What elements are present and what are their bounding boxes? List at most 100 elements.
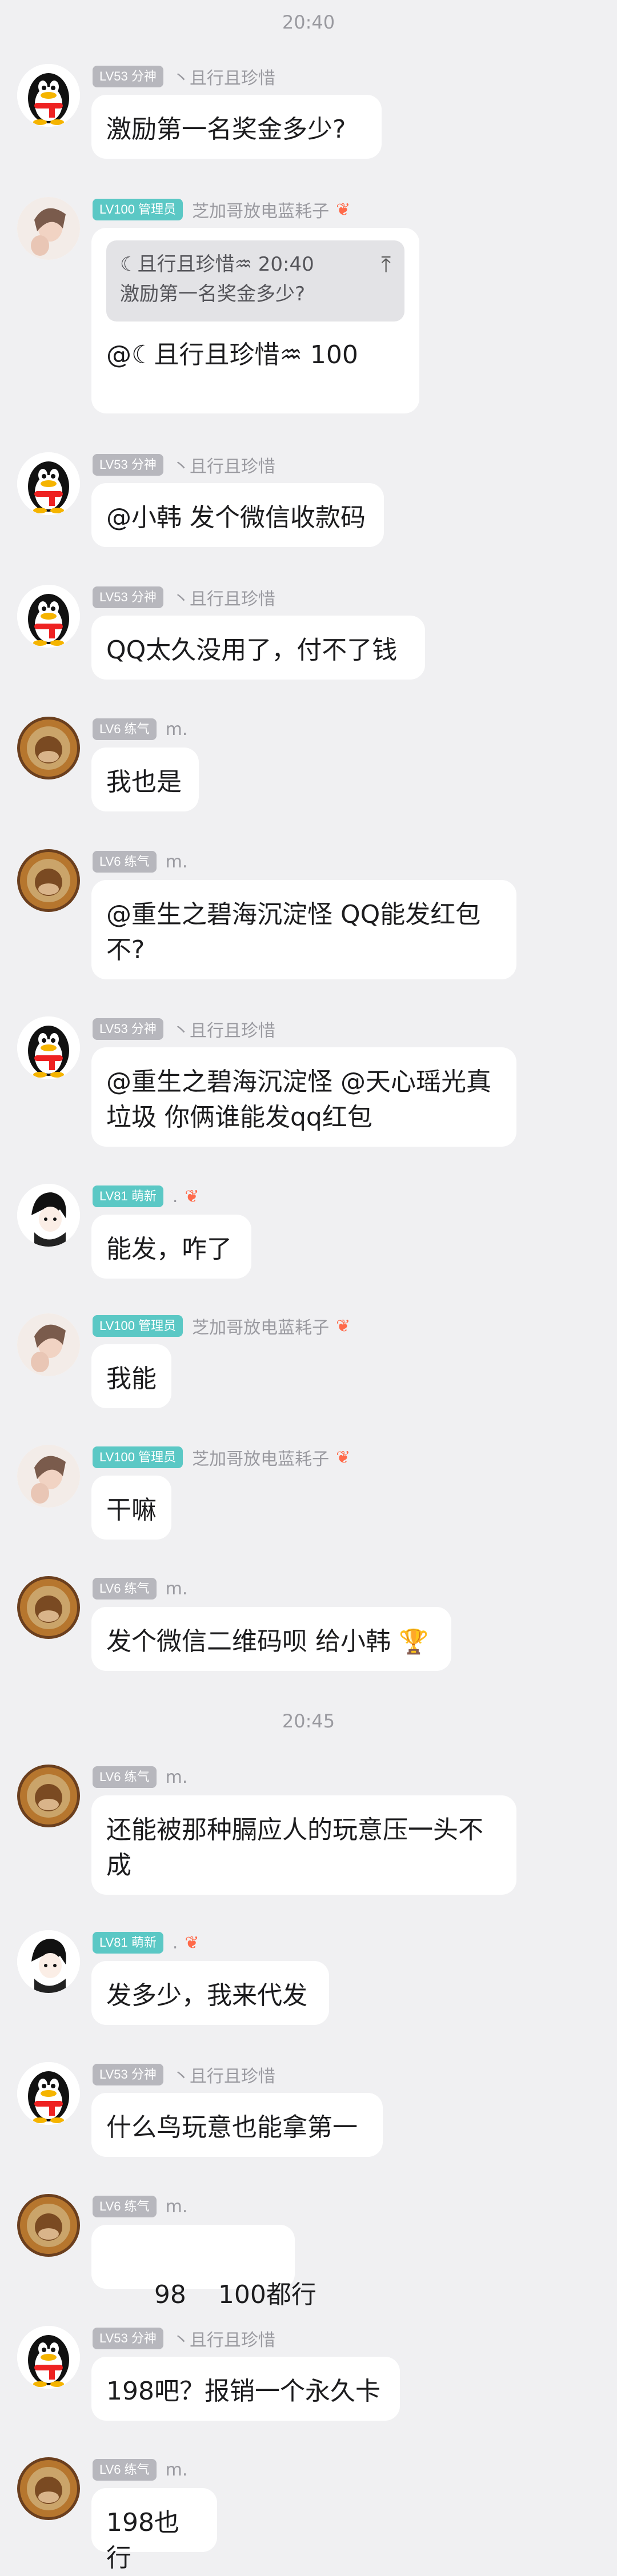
message-bubble[interactable]: @小韩 发个微信收款码 bbox=[91, 483, 384, 547]
message-bubble[interactable]: 能发，咋了 bbox=[91, 1215, 251, 1279]
sender-meta: LV53 分神 丶且行且珍惜 bbox=[93, 452, 275, 477]
sender-meta: LV6 练气 m. bbox=[93, 2195, 187, 2218]
sender-nickname[interactable]: 丶且行且珍惜 bbox=[173, 585, 275, 610]
sender-meta: LV6 练气 m. bbox=[93, 1766, 187, 1789]
quote-text: 激励第一名奖金多少? bbox=[120, 283, 306, 306]
message-bubble[interactable]: @重生之碧海沉淀怪 QQ能发红包 不? bbox=[91, 880, 516, 979]
message-bubble[interactable]: 什么鸟玩意也能拿第一 bbox=[91, 2093, 383, 2157]
message-bubble[interactable]: 激励第一名奖金多少? bbox=[91, 95, 382, 159]
straw-hat-avatar[interactable] bbox=[17, 849, 80, 912]
penguin-avatar[interactable] bbox=[17, 452, 80, 515]
sender-nickname[interactable]: 丶且行且珍惜 bbox=[173, 1016, 275, 1042]
message-bubble[interactable]: @重生之碧海沉淀怪 @天心瑶光真 垃圾 你俩谁能发qq红包 bbox=[91, 1047, 516, 1147]
message-text: @☾且行且珍惜♒︎ 100 bbox=[106, 340, 358, 369]
sender-nickname[interactable]: 芝加哥放电蓝耗子 bbox=[192, 1445, 329, 1470]
level-badge: LV53 分神 bbox=[93, 66, 163, 87]
message-text: @小韩 发个微信收款码 bbox=[106, 503, 366, 532]
timestamp: 20:45 bbox=[282, 1710, 335, 1732]
level-badge: LV6 练气 bbox=[93, 851, 157, 873]
level-badge: LV6 练气 bbox=[93, 1766, 157, 1788]
sender-nickname[interactable]: m. bbox=[166, 2460, 188, 2480]
message-bubble[interactable]: 发个微信二维码呗 给小韩 🏆 bbox=[91, 1607, 451, 1671]
message-text-line: 不? bbox=[106, 935, 145, 965]
message-bubble[interactable]: 98 100都行 bbox=[91, 2225, 316, 2309]
message-text: 发个微信二维码呗 给小韩 bbox=[106, 1627, 391, 1656]
message-bubble[interactable]: 发多少，我来代发 bbox=[91, 1961, 329, 2025]
flame-icon: ❦ bbox=[185, 1186, 199, 1207]
sender-nickname[interactable]: 丶且行且珍惜 bbox=[173, 2326, 275, 2351]
level-badge: LV100 管理员 bbox=[93, 1315, 183, 1337]
timestamp: 20:40 bbox=[282, 11, 335, 33]
sender-nickname[interactable]: m. bbox=[166, 1767, 188, 1787]
message-bubble[interactable]: 198吧？报销一个永久卡 bbox=[91, 2357, 400, 2421]
message-text: 我也是 bbox=[106, 767, 182, 797]
message-bubble[interactable]: 198也行 bbox=[91, 2488, 217, 2573]
sender-meta: LV6 练气 m. bbox=[93, 2458, 187, 2481]
sender-nickname[interactable]: 芝加哥放电蓝耗子 bbox=[192, 197, 329, 222]
sender-nickname[interactable]: m. bbox=[166, 1579, 188, 1599]
sender-nickname[interactable]: . bbox=[173, 1933, 178, 1953]
message-text: 激励第一名奖金多少? bbox=[106, 115, 346, 144]
sender-meta: LV6 练气 m. bbox=[93, 1577, 187, 1600]
sender-meta: LV81 萌新 . ❦ bbox=[93, 1931, 199, 1954]
sender-nickname[interactable]: 芝加哥放电蓝耗子 bbox=[192, 1313, 329, 1339]
sender-meta: LV53 分神 丶且行且珍惜 bbox=[93, 586, 275, 609]
anime-avatar[interactable] bbox=[17, 1184, 80, 1247]
girl-avatar[interactable] bbox=[17, 197, 80, 260]
penguin-avatar[interactable] bbox=[17, 2326, 80, 2389]
penguin-avatar[interactable] bbox=[17, 1016, 80, 1079]
message-text: 能发，咋了 bbox=[106, 1235, 232, 1264]
level-badge: LV6 练气 bbox=[93, 2459, 157, 2481]
straw-hat-avatar[interactable] bbox=[17, 2457, 80, 2520]
message-bubble[interactable]: QQ太久没用了，付不了钱 bbox=[91, 616, 425, 680]
penguin-avatar[interactable] bbox=[17, 2062, 80, 2125]
quote-author: ☾且行且珍惜♒︎ 20:40 bbox=[120, 253, 314, 276]
sender-meta: LV100 管理员 芝加哥放电蓝耗子 ❦ bbox=[93, 1446, 350, 1469]
penguin-avatar[interactable] bbox=[17, 585, 80, 648]
level-badge: LV6 练气 bbox=[93, 1578, 157, 1600]
sender-meta: LV53 分神 丶且行且珍惜 bbox=[93, 64, 275, 89]
level-badge: LV100 管理员 bbox=[93, 1446, 183, 1468]
sender-meta: LV100 管理员 芝加哥放电蓝耗子 ❦ bbox=[93, 197, 350, 222]
message-bubble[interactable]: 还能被那种膈应人的玩意压一头不 成 bbox=[91, 1795, 516, 1895]
level-badge: LV81 萌新 bbox=[93, 1185, 163, 1207]
level-badge: LV53 分神 bbox=[93, 454, 163, 476]
jump-to-top-icon[interactable]: ⤒ bbox=[381, 250, 391, 279]
message-text-line: 还能被那种膈应人的玩意压一头不 bbox=[106, 1815, 483, 1844]
penguin-avatar[interactable] bbox=[17, 64, 80, 127]
sender-nickname[interactable]: m. bbox=[166, 2197, 188, 2217]
message-text: 198吧？报销一个永久卡 bbox=[106, 2377, 380, 2406]
straw-hat-avatar[interactable] bbox=[17, 1576, 80, 1639]
message-text-line: 成 bbox=[106, 1851, 131, 1880]
anime-avatar[interactable] bbox=[17, 1930, 80, 1993]
flame-icon: ❦ bbox=[185, 1932, 199, 1953]
sender-nickname[interactable]: . bbox=[173, 1187, 178, 1207]
straw-hat-avatar[interactable] bbox=[17, 717, 80, 779]
straw-hat-avatar[interactable] bbox=[17, 1765, 80, 1827]
message-text: 什么鸟玩意也能拿第一 bbox=[106, 2113, 358, 2142]
girl-avatar[interactable] bbox=[17, 1445, 80, 1508]
sender-nickname[interactable]: m. bbox=[166, 852, 188, 872]
sender-meta: LV53 分神 丶且行且珍惜 bbox=[93, 2062, 275, 2087]
message-text: 198也行 bbox=[106, 2508, 179, 2573]
sender-nickname[interactable]: 丶且行且珍惜 bbox=[173, 64, 275, 89]
message-text: 我能 bbox=[106, 1364, 157, 1393]
message-bubble[interactable]: 干嘛 bbox=[91, 1476, 171, 1540]
straw-hat-avatar[interactable] bbox=[17, 2194, 80, 2257]
sender-nickname[interactable]: 丶且行且珍惜 bbox=[173, 2062, 275, 2087]
sender-nickname[interactable]: m. bbox=[166, 720, 188, 740]
quoted-reply[interactable]: ☾且行且珍惜♒︎ 20:40 ⤒ 激励第一名奖金多少? bbox=[106, 240, 404, 322]
level-badge: LV100 管理员 bbox=[93, 199, 183, 220]
sender-meta: LV53 分神 丶且行且珍惜 bbox=[93, 1016, 275, 1042]
message-bubble[interactable]: 我也是 bbox=[91, 748, 199, 811]
message-bubble[interactable]: 我能 bbox=[91, 1344, 171, 1408]
message-bubble[interactable]: ☾且行且珍惜♒︎ 20:40 ⤒ 激励第一名奖金多少? @☾且行且珍惜♒︎ 10… bbox=[91, 228, 419, 413]
flame-icon: ❦ bbox=[336, 1447, 351, 1468]
message-text-line: @重生之碧海沉淀怪 @天心瑶光真 bbox=[106, 1067, 491, 1096]
message-text-line: 垃圾 你俩谁能发qq红包 bbox=[106, 1103, 372, 1132]
level-badge: LV81 萌新 bbox=[93, 1932, 163, 1954]
level-badge: LV53 分神 bbox=[93, 586, 163, 608]
girl-avatar[interactable] bbox=[17, 1313, 80, 1376]
sender-nickname[interactable]: 丶且行且珍惜 bbox=[173, 452, 275, 477]
message-text: 98 100都行 bbox=[138, 2280, 316, 2309]
